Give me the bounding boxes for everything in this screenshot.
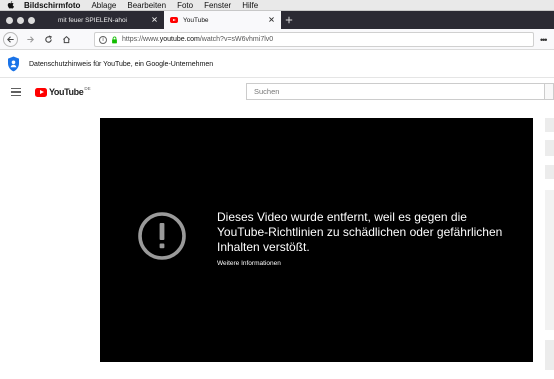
plus-icon <box>285 16 293 24</box>
youtube-play-icon <box>35 87 47 97</box>
country-code: DE <box>84 86 91 91</box>
menu-fenster[interactable]: Fenster <box>204 1 231 10</box>
close-icon[interactable] <box>268 16 275 23</box>
video-removed-message: Dieses Video wurde entfernt, weil es geg… <box>217 210 503 254</box>
url-host: youtube.com <box>159 36 200 43</box>
minimize-window-button[interactable] <box>17 16 24 24</box>
side-block <box>545 140 554 156</box>
tab-label: YouTube <box>183 16 209 24</box>
side-block <box>545 340 554 370</box>
hamburger-icon[interactable] <box>11 88 21 96</box>
search-input[interactable]: Suchen <box>246 83 544 100</box>
back-button[interactable] <box>3 31 18 47</box>
reload-button[interactable] <box>42 33 54 45</box>
new-tab-button[interactable] <box>281 11 297 29</box>
reload-icon <box>44 34 52 43</box>
menu-hilfe[interactable]: Hilfe <box>242 1 258 10</box>
close-window-button[interactable] <box>6 16 13 24</box>
side-block <box>545 190 554 330</box>
menu-bearbeiten[interactable]: Bearbeiten <box>127 1 166 10</box>
alert-icon <box>138 212 186 260</box>
forward-icon <box>26 35 34 43</box>
info-icon[interactable]: i <box>99 35 107 44</box>
address-bar[interactable]: i https://www. youtube.com/watch?v=sW6vhm… <box>94 32 534 47</box>
privacy-banner[interactable]: Datenschutzhinweis für YouTube, ein Goog… <box>0 51 554 78</box>
menu-app-name[interactable]: Bildschirmfoto <box>24 1 80 10</box>
lock-icon[interactable] <box>111 36 118 44</box>
search-placeholder: Suchen <box>254 87 280 96</box>
macos-menubar: Bildschirmfoto Ablage Bearbeiten Foto Fe… <box>0 0 554 11</box>
menu-foto[interactable]: Foto <box>177 1 193 10</box>
privacy-notice-text[interactable]: Datenschutzhinweis für YouTube, ein Goog… <box>29 61 213 68</box>
url-prefix: https://www. <box>122 36 160 43</box>
apple-icon[interactable] <box>7 1 15 10</box>
shield-icon <box>8 56 19 72</box>
forward-button[interactable] <box>24 33 36 45</box>
zoom-window-button[interactable] <box>28 16 35 24</box>
home-icon <box>62 35 70 43</box>
side-block <box>545 118 554 132</box>
back-icon <box>7 35 14 43</box>
close-icon[interactable] <box>151 16 158 23</box>
tab-label: mit feuer SPIELEN-ahoi <box>58 16 128 24</box>
window-controls <box>0 11 50 29</box>
side-block <box>545 165 554 179</box>
menu-ablage[interactable]: Ablage <box>91 1 116 10</box>
youtube-header: YouTube DE Suchen <box>0 78 554 106</box>
youtube-favicon-icon <box>170 17 178 23</box>
video-player[interactable]: Dieses Video wurde entfernt, weil es geg… <box>100 118 533 362</box>
youtube-logo[interactable]: YouTube DE <box>35 86 91 97</box>
browser-toolbar: i https://www. youtube.com/watch?v=sW6vhm… <box>0 29 554 50</box>
search-button[interactable] <box>544 83 554 100</box>
page-actions-menu-icon[interactable]: ••• <box>540 35 548 45</box>
logo-text: YouTube <box>49 87 84 97</box>
url-path: /watch?v=sW6vhmi7lv0 <box>199 36 274 43</box>
tab-strip: mit feuer SPIELEN-ahoi YouTube <box>0 11 554 29</box>
tab-feuer-spielen[interactable]: mit feuer SPIELEN-ahoi <box>50 11 164 29</box>
home-button[interactable] <box>60 33 72 45</box>
tab-youtube[interactable]: YouTube <box>164 11 281 29</box>
more-info-link[interactable]: Weitere Informationen <box>217 260 281 267</box>
